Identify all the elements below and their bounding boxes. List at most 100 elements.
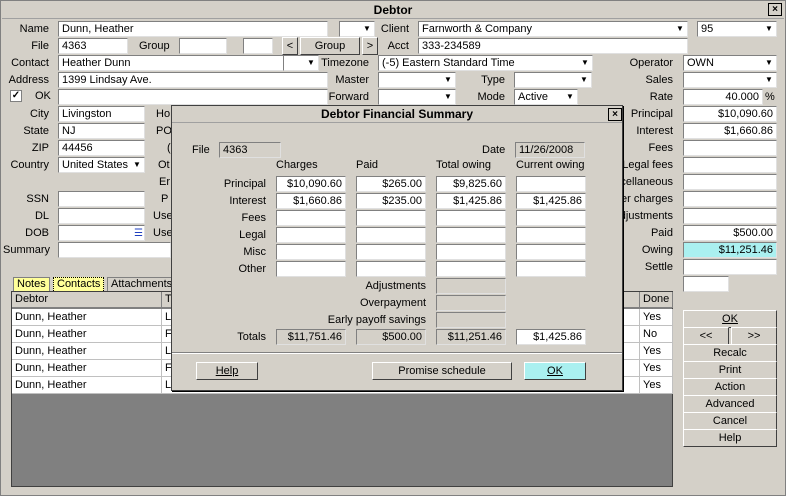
summary-cell-paid[interactable]: $265.00 [356, 176, 426, 192]
summary-cell-current[interactable] [516, 244, 586, 260]
dialog-file-label: File [192, 144, 210, 156]
fees-field[interactable] [683, 140, 777, 156]
address2-field[interactable] [58, 89, 328, 105]
grid-header-debtor[interactable]: Debtor [12, 292, 162, 308]
recalc-button[interactable]: Recalc [683, 344, 777, 362]
chevron-down-icon: ▼ [765, 24, 773, 33]
grid-cell-debtor[interactable]: Dunn, Heather [12, 360, 162, 377]
summary-cell-total[interactable]: $9,825.60 [436, 176, 506, 192]
summary-cell-total[interactable] [436, 261, 506, 277]
advanced-button[interactable]: Advanced [683, 395, 777, 413]
address-field[interactable]: 1399 Lindsay Ave. [58, 72, 328, 88]
grid-cell-done[interactable]: Yes [640, 360, 673, 377]
sales-label: Sales [645, 74, 673, 86]
action-button[interactable]: Action [683, 378, 777, 396]
summary-cell-paid[interactable] [356, 227, 426, 243]
grid-cell-done[interactable]: Yes [640, 309, 673, 326]
help-button[interactable]: Help [683, 429, 777, 447]
country-select[interactable]: United States ▼ [58, 157, 145, 173]
grid-cell-done[interactable]: Yes [640, 377, 673, 394]
adjustments-field[interactable] [683, 208, 777, 224]
other-charges-field[interactable] [683, 191, 777, 207]
mode-select[interactable]: Active ▼ [514, 89, 578, 105]
summary-cell-charges[interactable] [276, 244, 346, 260]
sales-select[interactable]: ▼ [683, 72, 777, 88]
dialog-file-value: 4363 [219, 142, 281, 158]
summary-cell-paid[interactable] [356, 261, 426, 277]
client-code-select[interactable]: 95 ▼ [697, 21, 777, 37]
city-field[interactable]: Livingston [58, 106, 145, 122]
forward-select[interactable]: ▼ [378, 89, 456, 105]
calendar-icon[interactable]: ☰ [134, 227, 143, 240]
summary-cell-charges[interactable] [276, 261, 346, 277]
summary-field[interactable] [58, 242, 171, 258]
first-record-button[interactable]: << [683, 327, 729, 345]
file-field[interactable]: 4363 [58, 38, 128, 54]
rate-field[interactable]: 40.000 [683, 89, 763, 105]
dob-field[interactable]: ☰ [58, 225, 145, 241]
ok-checkbox[interactable]: ✓ [10, 90, 22, 102]
dl-field[interactable] [58, 208, 145, 224]
summary-cell-current[interactable] [516, 210, 586, 226]
client-select[interactable]: Farnworth & Company ▼ [418, 21, 688, 37]
grid-cell-debtor[interactable]: Dunn, Heather [12, 309, 162, 326]
state-field[interactable]: NJ [58, 123, 145, 139]
paid-field[interactable]: $500.00 [683, 225, 777, 241]
summary-cell-current[interactable] [516, 176, 586, 192]
summary-cell-charges[interactable]: $10,090.60 [276, 176, 346, 192]
summary-cell-total[interactable] [436, 210, 506, 226]
operator-select[interactable]: OWN ▼ [683, 55, 777, 71]
tab-attachments[interactable]: Attachments [107, 277, 177, 291]
tab-notes[interactable]: Notes [13, 277, 50, 291]
summary-cell-total[interactable] [436, 227, 506, 243]
cancel-button[interactable]: Cancel [683, 412, 777, 430]
dialog-ok-button[interactable]: OK [524, 362, 586, 380]
grid-cell-debtor[interactable]: Dunn, Heather [12, 343, 162, 360]
type-select[interactable]: ▼ [514, 72, 592, 88]
summary-cell-current[interactable] [516, 261, 586, 277]
acct-field[interactable]: 333-234589 [418, 38, 688, 54]
miscellaneous-field[interactable] [683, 174, 777, 190]
zip-field[interactable]: 44456 [58, 140, 145, 156]
group-code-field[interactable] [243, 38, 273, 54]
window-close-icon[interactable]: × [768, 3, 782, 16]
contact-field[interactable]: Heather Dunn [58, 55, 301, 71]
timezone-select[interactable]: (-5) Eastern Standard Time ▼ [378, 55, 593, 71]
grid-cell-debtor[interactable]: Dunn, Heather [12, 377, 162, 394]
contact-combo[interactable]: ▼ [283, 55, 319, 71]
summary-cell-charges[interactable]: $1,660.86 [276, 193, 346, 209]
legal-fees-field[interactable] [683, 157, 777, 173]
hidden-em-label: Er [159, 176, 170, 188]
principal-field[interactable]: $10,090.60 [683, 106, 777, 122]
master-select[interactable]: ▼ [378, 72, 456, 88]
dialog-close-icon[interactable]: × [608, 108, 622, 121]
dialog-help-button[interactable]: Help [196, 362, 258, 380]
summary-cell-paid[interactable] [356, 210, 426, 226]
summary-cell-paid[interactable]: $235.00 [356, 193, 426, 209]
grid-cell-debtor[interactable]: Dunn, Heather [12, 326, 162, 343]
name-combo[interactable]: ▼ [339, 21, 375, 37]
summary-cell-current[interactable] [516, 227, 586, 243]
ok-button[interactable]: OK [683, 310, 777, 328]
settle-extra-field[interactable] [683, 276, 729, 292]
group-prev-button[interactable]: < [282, 37, 298, 55]
name-field[interactable]: Dunn, Heather [58, 21, 328, 37]
promise-schedule-button[interactable]: Promise schedule [372, 362, 512, 380]
summary-cell-current[interactable]: $1,425.86 [516, 193, 586, 209]
summary-cell-total[interactable] [436, 244, 506, 260]
last-record-button[interactable]: >> [731, 327, 777, 345]
summary-cell-charges[interactable] [276, 210, 346, 226]
summary-cell-paid[interactable] [356, 244, 426, 260]
ssn-field[interactable] [58, 191, 145, 207]
summary-cell-total[interactable]: $1,425.86 [436, 193, 506, 209]
grid-cell-done[interactable]: No [640, 326, 673, 343]
interest-field[interactable]: $1,660.86 [683, 123, 777, 139]
print-button[interactable]: Print [683, 361, 777, 379]
grid-cell-done[interactable]: Yes [640, 343, 673, 360]
group-button[interactable]: Group [300, 37, 360, 55]
tab-contacts[interactable]: Contacts [53, 277, 105, 291]
summary-cell-charges[interactable] [276, 227, 346, 243]
group-field[interactable] [179, 38, 227, 54]
settle-field[interactable] [683, 259, 777, 275]
grid-header-done[interactable]: Done [640, 292, 673, 308]
